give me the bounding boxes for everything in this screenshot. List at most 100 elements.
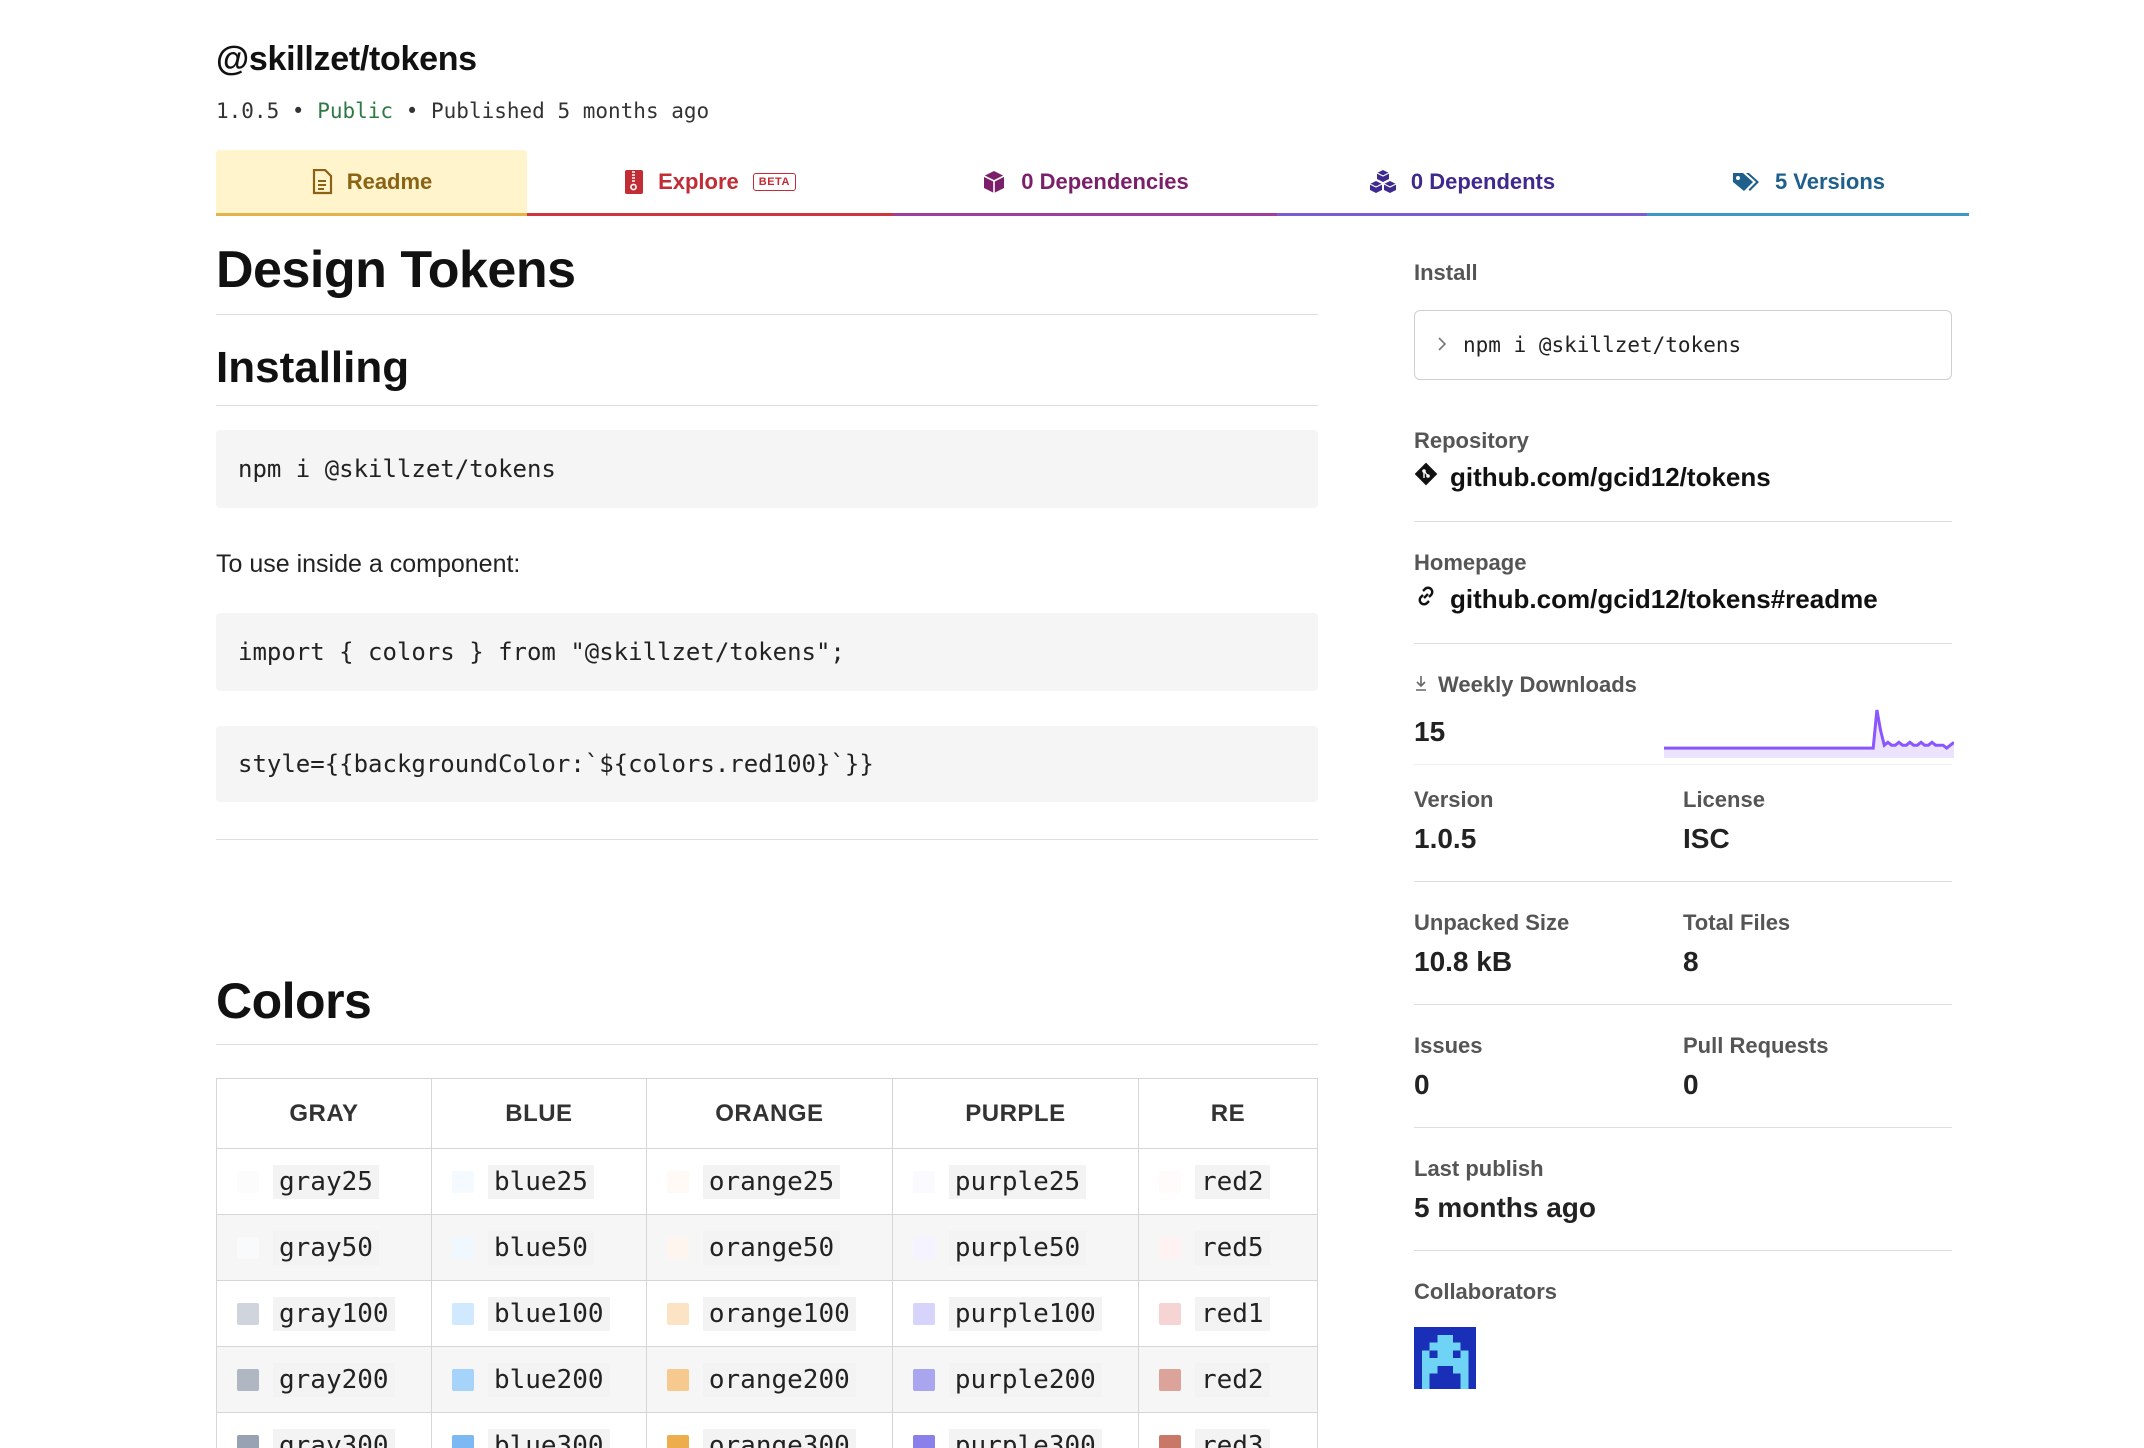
color-swatch <box>912 1236 935 1259</box>
package-sidebar: Install npm i @skillzet/tokens Repositor… <box>1414 260 1954 1394</box>
tab-versions-label: 5 Versions <box>1774 168 1886 194</box>
installing-heading: Installing <box>216 343 1318 406</box>
color-name: gray300 <box>273 1428 395 1448</box>
collaborator-avatar[interactable] <box>1414 1305 1952 1394</box>
color-cell: purple50 <box>891 1214 1139 1281</box>
color-cell: orange200 <box>645 1346 893 1413</box>
box-icon <box>981 169 1007 195</box>
color-cell: orange25 <box>645 1148 893 1215</box>
color-swatch <box>237 1236 259 1259</box>
package-name: @skillzet/tokens <box>216 40 477 78</box>
homepage-link[interactable]: github.com/gcid12/tokens#readme <box>1414 584 1952 615</box>
color-name: purple50 <box>948 1230 1087 1265</box>
column-header: PURPLE <box>891 1078 1139 1149</box>
pull-requests-block[interactable]: Pull Requests 0 <box>1683 1033 1952 1101</box>
meta-separator: • <box>405 99 419 123</box>
tab-readme-label: Readme <box>346 168 433 194</box>
install-code-block: npm i @skillzet/tokens <box>216 430 1318 508</box>
install-label: Install <box>1414 260 1478 285</box>
sidebar-divider <box>1414 1127 1952 1128</box>
color-cell: gray25 <box>216 1148 432 1215</box>
color-name: orange25 <box>702 1164 841 1199</box>
sparkline-line <box>1664 709 1954 751</box>
tab-readme[interactable]: Readme <box>216 150 527 216</box>
table-row: gray300 blue300 orange300 purple300 red3 <box>216 1412 1318 1448</box>
unpacked-size-value: 10.8 kB <box>1414 946 1513 977</box>
colors-table-container[interactable]: GRAY BLUE ORANGE PURPLE RE gray25 blue25 orang… <box>216 1078 1318 1448</box>
column-header: RE <box>1137 1078 1318 1149</box>
color-cell: red2 <box>1137 1148 1318 1215</box>
version-value: 1.0.5 <box>1414 823 1477 854</box>
color-swatch <box>451 1236 474 1259</box>
table-row: gray25 blue25 orange25 purple25 red2 <box>216 1148 1318 1215</box>
version-block: Version 1.0.5 <box>1414 787 1683 855</box>
beta-badge: BETA <box>752 172 796 191</box>
terminal-prompt-icon <box>1437 333 1447 357</box>
color-name: red3 <box>1194 1428 1270 1448</box>
color-swatch <box>666 1434 689 1448</box>
downloads-sparkline[interactable] <box>1664 704 1954 758</box>
issues-value: 0 <box>1414 1069 1430 1100</box>
color-name: gray200 <box>273 1362 395 1397</box>
table-body: gray25 blue25 orange25 purple25 red2 gray50 bl… <box>216 1148 1318 1448</box>
pull-requests-label: Pull Requests <box>1683 1033 1829 1058</box>
sidebar-divider <box>1414 1004 1952 1005</box>
color-name: red1 <box>1194 1296 1270 1331</box>
color-swatch <box>237 1368 259 1391</box>
tab-dependencies[interactable]: 0 Dependencies <box>893 150 1277 216</box>
color-name: blue200 <box>487 1362 610 1397</box>
document-icon <box>311 168 333 195</box>
color-swatch <box>1158 1236 1181 1259</box>
color-name: purple300 <box>948 1428 1102 1448</box>
column-header: GRAY <box>216 1078 432 1149</box>
repository-label: Repository <box>1414 428 1529 453</box>
color-swatch <box>666 1368 689 1391</box>
color-name: gray100 <box>273 1296 395 1331</box>
install-command-box[interactable]: npm i @skillzet/tokens <box>1414 310 1952 380</box>
color-cell: blue25 <box>430 1148 647 1215</box>
last-publish-label: Last publish <box>1414 1156 1544 1181</box>
column-header: ORANGE <box>645 1078 893 1149</box>
issues-prs-row: Issues 0 Pull Requests 0 <box>1414 1033 1952 1101</box>
color-name: orange300 <box>702 1428 856 1448</box>
import-code-block: import { colors } from "@skillzet/tokens… <box>216 613 1318 691</box>
color-swatch <box>1158 1302 1181 1325</box>
link-icon <box>1414 584 1438 615</box>
meta-separator: • <box>291 99 305 123</box>
last-publish-value: 5 months ago <box>1414 1192 1597 1223</box>
license-label: License <box>1683 787 1765 812</box>
visibility-badge: Public <box>317 99 394 123</box>
tags-icon <box>1731 170 1761 194</box>
repository-link[interactable]: github.com/gcid12/tokens <box>1414 462 1952 493</box>
color-name: red2 <box>1194 1362 1270 1397</box>
color-swatch <box>451 1434 474 1448</box>
unpacked-size-label: Unpacked Size <box>1414 910 1570 935</box>
color-cell: red5 <box>1137 1214 1318 1281</box>
color-swatch <box>451 1302 474 1325</box>
color-cell: purple25 <box>891 1148 1139 1215</box>
tab-versions[interactable]: 5 Versions <box>1647 150 1969 216</box>
sidebar-divider <box>1414 881 1952 882</box>
colors-heading: Colors <box>216 972 1318 1045</box>
color-cell: red2 <box>1137 1346 1318 1413</box>
color-name: gray50 <box>273 1230 379 1265</box>
color-swatch <box>912 1434 935 1448</box>
tab-dependents[interactable]: 0 Dependents <box>1277 150 1647 216</box>
color-cell: orange50 <box>645 1214 893 1281</box>
color-name: blue300 <box>487 1428 610 1448</box>
tab-explore[interactable]: Explore BETA <box>527 150 893 216</box>
color-swatch <box>912 1170 935 1193</box>
package-version: 1.0.5 <box>216 99 280 123</box>
homepage-label: Homepage <box>1414 550 1527 575</box>
issues-block[interactable]: Issues 0 <box>1414 1033 1683 1101</box>
table-header-row: GRAY BLUE ORANGE PURPLE RE <box>216 1078 1318 1149</box>
total-files-block: Total Files 8 <box>1683 910 1952 978</box>
color-cell: purple100 <box>891 1280 1139 1347</box>
version-label: Version <box>1414 787 1494 812</box>
license-block: License ISC <box>1683 787 1952 855</box>
color-cell: purple300 <box>891 1412 1139 1448</box>
size-files-row: Unpacked Size 10.8 kB Total Files 8 <box>1414 910 1952 978</box>
color-name: gray25 <box>273 1164 379 1199</box>
table-row: gray100 blue100 orange100 purple100 red1 <box>216 1280 1318 1347</box>
sidebar-divider <box>1414 764 1952 765</box>
